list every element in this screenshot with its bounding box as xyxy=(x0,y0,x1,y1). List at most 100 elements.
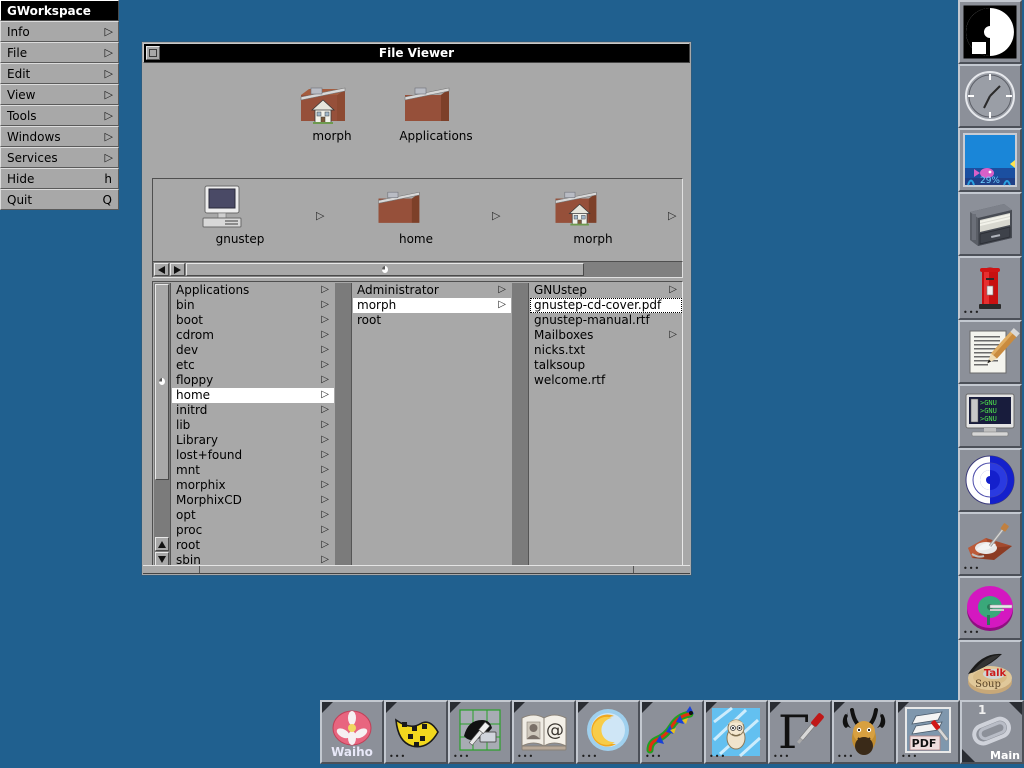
waiho-icon: Waiho xyxy=(322,702,382,762)
dock-item-text-editor[interactable] xyxy=(958,320,1022,384)
taskbar-item-gnu[interactable]: ••• xyxy=(832,700,896,764)
dock-item-inkwell[interactable]: ••• xyxy=(958,512,1022,576)
taskbar-item-ribbon[interactable]: ••• xyxy=(384,700,448,764)
browser-row[interactable]: proc▷ xyxy=(172,523,334,538)
dock-item-aquarium[interactable]: 29% xyxy=(958,128,1022,192)
shelf-item-gnustep[interactable]: gnustep xyxy=(197,183,283,246)
shelf-horizontal-scrollbar[interactable] xyxy=(152,261,683,278)
browser-row[interactable]: welcome.rtf xyxy=(530,373,682,388)
row-expand-arrow-icon: ▷ xyxy=(321,465,329,475)
browser-row[interactable]: MorphixCD▷ xyxy=(172,493,334,508)
shelf-item-label: morph xyxy=(550,232,636,246)
shelf-item-morph[interactable]: morph xyxy=(550,183,636,246)
browser-row[interactable]: opt▷ xyxy=(172,508,334,523)
menu-item-quit[interactable]: QuitQ xyxy=(0,189,119,210)
submenu-arrow-icon: ▷ xyxy=(105,131,113,143)
taskbar-item-tools[interactable]: ••• xyxy=(448,700,512,764)
menu-title[interactable]: GWorkspace xyxy=(0,0,119,21)
desktop-icon-applications[interactable]: Applications xyxy=(399,81,473,143)
browser-row[interactable]: talksoup xyxy=(530,358,682,373)
column3-list[interactable]: GNUstep▷gnustep-cd-cover.pdfgnustep-manu… xyxy=(530,283,682,567)
workspace-clip[interactable]: 1 Main xyxy=(960,700,1024,764)
browser-row[interactable]: floppy▷ xyxy=(172,373,334,388)
browser-row[interactable]: nicks.txt xyxy=(530,343,682,358)
browser-row[interactable]: Library ▷ xyxy=(172,433,334,448)
browser-row[interactable]: mnt▷ xyxy=(172,463,334,478)
column3-scrollbar[interactable] xyxy=(512,283,529,567)
shelf-arrow-3: ▷ xyxy=(668,211,676,221)
dock-item-cd-player[interactable]: ••• xyxy=(958,576,1022,640)
column1-scrollbar[interactable] xyxy=(154,283,171,567)
pdf-label: PDF xyxy=(912,737,937,750)
dock-item-mailbox[interactable]: ••• xyxy=(958,256,1022,320)
submenu-arrow-icon: ▷ xyxy=(105,152,113,164)
menu-item-info[interactable]: Info▷ xyxy=(0,21,119,42)
taskbar-item-weather[interactable]: ••• xyxy=(576,700,640,764)
column1-scroll-knob[interactable] xyxy=(155,284,169,480)
dock-item-filing-cabinet[interactable] xyxy=(958,192,1022,256)
menu-item-file[interactable]: File▷ xyxy=(0,42,119,63)
svg-text:>GNU: >GNU xyxy=(980,415,997,423)
scroll-right-button[interactable] xyxy=(170,263,185,276)
menu-item-tools[interactable]: Tools▷ xyxy=(0,105,119,126)
browser-row[interactable]: morph▷ xyxy=(353,298,511,313)
browser-row[interactable]: cdrom▷ xyxy=(172,328,334,343)
row-expand-arrow-icon: ▷ xyxy=(321,300,329,310)
shelf-item-home[interactable]: home xyxy=(373,183,459,246)
submenu-arrow-icon: ▷ xyxy=(105,26,113,38)
column1-scroll-up-button[interactable] xyxy=(155,537,169,551)
menu-item-label: Services xyxy=(7,151,58,165)
browser-row[interactable]: lost+found▷ xyxy=(172,448,334,463)
browser-row[interactable]: gnustep-manual.rtf xyxy=(530,313,682,328)
browser-row[interactable]: root xyxy=(353,313,511,328)
taskbar-item-addressbook[interactable]: @ ••• xyxy=(512,700,576,764)
browser-row-label: cdrom xyxy=(176,328,214,342)
column1-scroll-down-button[interactable] xyxy=(155,552,169,566)
window-titlebar[interactable]: File Viewer xyxy=(143,43,690,63)
menu-item-services[interactable]: Services ▷ xyxy=(0,147,119,168)
browser-row[interactable]: root▷ xyxy=(172,538,334,553)
dock-item-talksoup[interactable]: Talk Soup xyxy=(958,640,1022,704)
menu-item-hide[interactable]: Hideh xyxy=(0,168,119,189)
browser-row[interactable]: Applications▷ xyxy=(172,283,334,298)
taskbar-item-dots: ••• xyxy=(901,754,918,760)
dock-item-preferences[interactable] xyxy=(958,448,1022,512)
browser-row[interactable]: morphix▷ xyxy=(172,478,334,493)
browser-row-label: Administrator xyxy=(357,283,439,297)
column2-list[interactable]: Administrator▷morph▷root xyxy=(353,283,511,567)
browser-row[interactable]: gnustep-cd-cover.pdf xyxy=(530,298,682,313)
dock-item-gworkspace[interactable] xyxy=(958,0,1022,64)
row-expand-arrow-icon: ▷ xyxy=(321,555,329,565)
row-expand-arrow-icon: ▷ xyxy=(321,345,329,355)
taskbar-item-gamma[interactable]: Γ ••• xyxy=(768,700,832,764)
horizontal-scroll-knob[interactable] xyxy=(186,263,584,276)
browser-row[interactable]: Administrator▷ xyxy=(353,283,511,298)
desktop: GWorkspace Info▷File▷Edit▷View▷Tools▷Win… xyxy=(0,0,1024,768)
browser-row[interactable]: boot▷ xyxy=(172,313,334,328)
taskbar-item-ice[interactable]: ••• xyxy=(704,700,768,764)
browser-row[interactable]: dev▷ xyxy=(172,343,334,358)
scroll-left-button[interactable] xyxy=(154,263,169,276)
browser-row[interactable]: bin▷ xyxy=(172,298,334,313)
browser-row[interactable]: etc▷ xyxy=(172,358,334,373)
browser-row-label: Library xyxy=(176,433,218,447)
menu-item-edit[interactable]: Edit▷ xyxy=(0,63,119,84)
browser-row[interactable]: GNUstep▷ xyxy=(530,283,682,298)
browser-row[interactable]: home▷ xyxy=(172,388,334,403)
dock-item-terminal[interactable]: >GNU >GNU >GNU xyxy=(958,384,1022,448)
dock-item-clock[interactable] xyxy=(958,64,1022,128)
taskbar-item-pdf[interactable]: PDF ••• xyxy=(896,700,960,764)
window-resize-bar[interactable] xyxy=(143,565,690,574)
column2-scrollbar[interactable] xyxy=(335,283,352,567)
browser-row[interactable]: Mailboxes▷ xyxy=(530,328,682,343)
column1-list[interactable]: Applications▷bin▷boot▷cdrom▷dev▷etc▷flop… xyxy=(172,283,334,567)
taskbar-item-dragon[interactable]: ••• xyxy=(640,700,704,764)
menu-item-windows[interactable]: Windows▷ xyxy=(0,126,119,147)
taskbar-item-waiho[interactable]: Waiho xyxy=(320,700,384,764)
browser-row[interactable]: lib▷ xyxy=(172,418,334,433)
browser-row[interactable]: initrd▷ xyxy=(172,403,334,418)
menu-item-label: Tools xyxy=(7,109,37,123)
menu-item-view[interactable]: View▷ xyxy=(0,84,119,105)
desktop-icon-morph[interactable]: morph xyxy=(295,81,369,143)
row-expand-arrow-icon: ▷ xyxy=(321,435,329,445)
